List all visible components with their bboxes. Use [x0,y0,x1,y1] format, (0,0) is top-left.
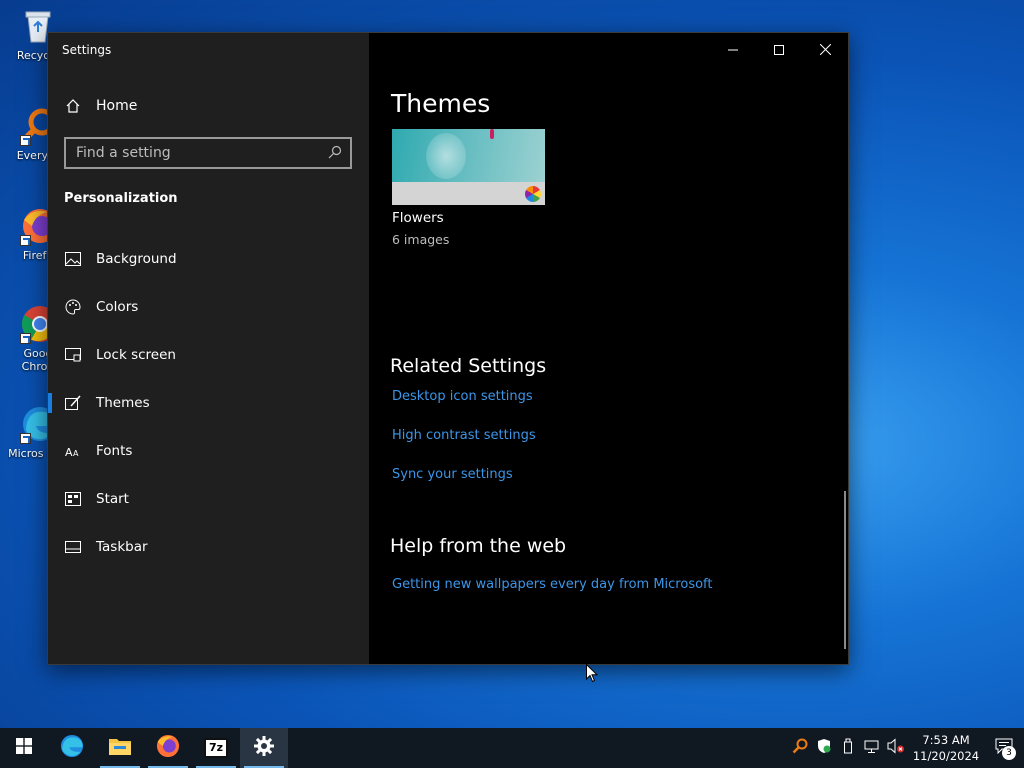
search-box[interactable] [64,137,352,169]
search-input[interactable] [76,145,328,161]
page-title: Themes [391,89,491,118]
sidebar-item-colors[interactable]: Colors [48,283,369,331]
taskbar-settings[interactable] [240,728,288,768]
help-heading: Help from the web [390,535,567,557]
tray-volume[interactable] [884,728,908,768]
content-scrollbar[interactable] [844,491,846,649]
folder-icon [108,736,132,760]
shield-icon [817,738,831,758]
sidebar-item-label: Taskbar [96,539,148,555]
taskbar-file-explorer[interactable] [96,728,144,768]
gear-icon [254,736,274,760]
tray-usb[interactable] [836,728,860,768]
maximize-button[interactable] [756,33,802,65]
theme-image-count: 6 images [392,232,450,247]
start-button[interactable] [0,728,48,768]
taskbar-7zip[interactable]: 7z [192,728,240,768]
link-sync-your-settings[interactable]: Sync your settings [392,467,513,482]
font-icon: AA [64,442,82,460]
notification-badge: 3 [1002,746,1016,760]
firefox-icon [155,733,181,763]
search-icon[interactable] [328,144,342,163]
tray-clock[interactable]: 7:53 AM 11/20/2024 [908,732,984,764]
tray-network[interactable] [860,728,884,768]
close-icon [819,40,831,59]
usb-device-icon [843,738,853,758]
svg-text:A: A [73,449,79,458]
sidebar-item-taskbar[interactable]: Taskbar [48,523,369,571]
settings-window: Settings Home Personalization Background [47,32,849,665]
sidebar-item-start[interactable]: Start [48,475,369,523]
sidebar-item-label: Colors [96,299,139,315]
network-icon [864,739,880,758]
palette-icon [64,298,82,316]
related-settings-heading: Related Settings [390,355,547,377]
taskbar: 7z 7:53 AM 11/20/2024 3 [0,728,1024,768]
sidebar-item-background[interactable]: Background [48,235,369,283]
sidebar-nav: Background Colors Lock screen Themes A A… [48,235,369,571]
link-new-wallpapers[interactable]: Getting new wallpapers every day from Mi… [392,577,713,592]
clock-date: 11/20/2024 [912,749,980,763]
start-icon [64,490,82,508]
color-wheel-icon [525,186,541,202]
minimize-icon [728,40,738,59]
clock-time: 7:53 AM [922,733,970,747]
sidebar-item-label: Lock screen [96,347,176,363]
link-desktop-icon-settings[interactable]: Desktop icon settings [392,389,533,404]
taskbar-edge[interactable] [48,728,96,768]
maximize-icon [774,40,784,59]
mouse-cursor [586,663,599,687]
tray-everything[interactable] [788,728,812,768]
settings-sidebar: Settings Home Personalization Background [48,33,369,664]
picture-icon [64,250,82,268]
system-tray: 7:53 AM 11/20/2024 3 [788,728,1024,768]
window-controls [710,33,848,65]
lock-screen-icon [64,346,82,364]
svg-text:A: A [65,446,73,458]
settings-content: Themes Flowers 6 images Related Settings… [369,33,848,664]
taskbar-firefox[interactable] [144,728,192,768]
action-center-button[interactable]: 3 [984,728,1024,768]
theme-thumbnail-flowers[interactable] [392,129,545,205]
volume-muted-icon [887,738,905,758]
brush-icon [64,394,82,412]
section-label-personalization: Personalization [64,191,178,206]
sidebar-item-label: Fonts [96,443,133,459]
close-button[interactable] [802,33,848,65]
sidebar-home[interactable]: Home [64,95,137,117]
7zip-icon: 7z [204,738,228,758]
windows-start-icon [16,738,32,758]
everything-search-icon [792,738,808,758]
sidebar-item-label: Themes [96,395,150,411]
sidebar-item-label: Start [96,491,129,507]
sidebar-item-label: Background [96,251,177,267]
theme-name: Flowers [392,210,444,226]
sidebar-item-lock-screen[interactable]: Lock screen [48,331,369,379]
home-label: Home [96,98,138,114]
home-icon [64,97,82,115]
window-title: Settings [62,43,112,57]
minimize-button[interactable] [710,33,756,65]
edge-icon [59,733,85,763]
link-high-contrast-settings[interactable]: High contrast settings [392,428,536,443]
taskbar-icon [64,538,82,556]
tray-security[interactable] [812,728,836,768]
sidebar-item-themes[interactable]: Themes [48,379,369,427]
sidebar-item-fonts[interactable]: AA Fonts [48,427,369,475]
